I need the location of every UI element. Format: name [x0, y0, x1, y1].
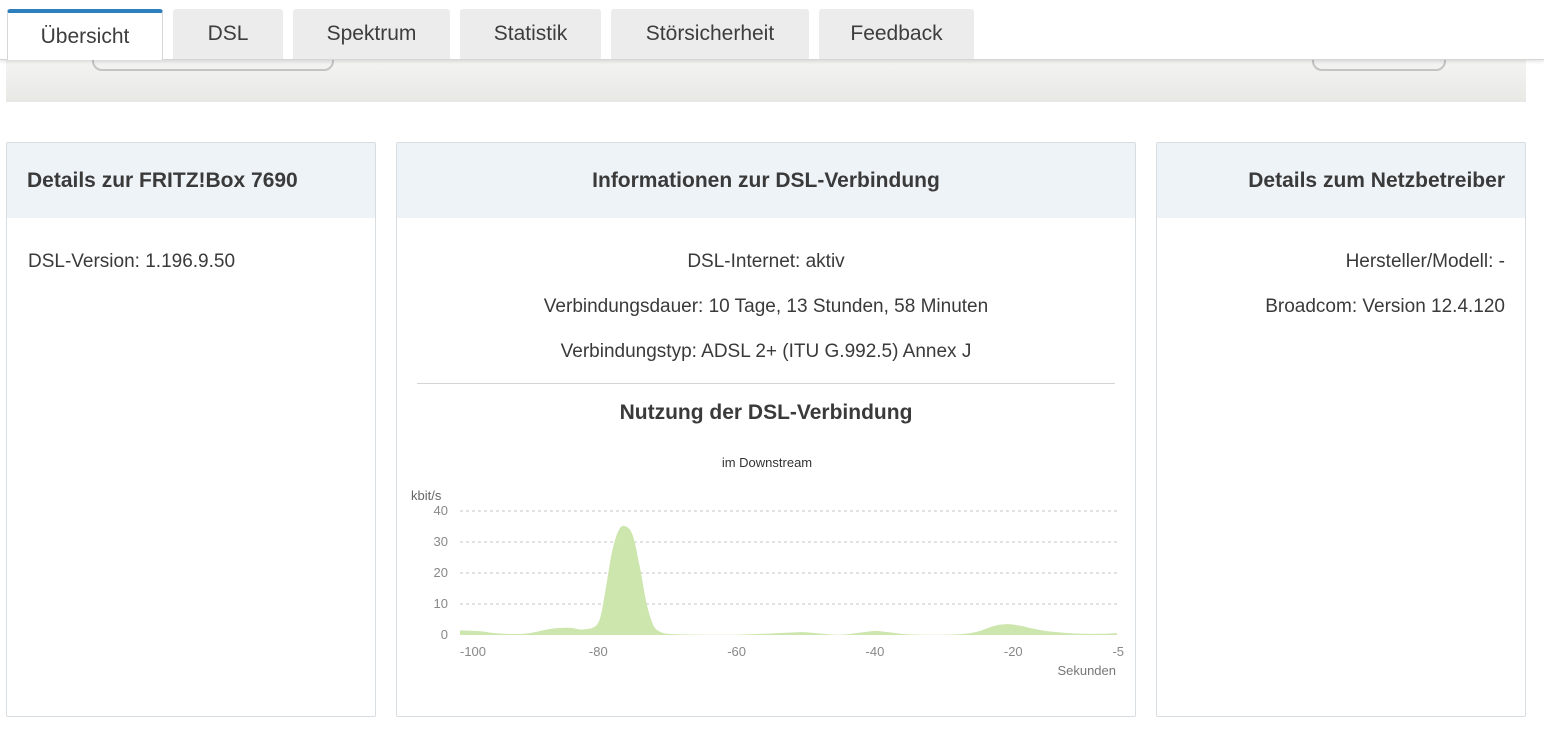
divider [417, 383, 1115, 384]
toolbar-strip [6, 59, 1526, 102]
grid-lines [460, 510, 1117, 605]
x-tick-label: -20 [1004, 644, 1023, 659]
hidden-button-right[interactable] [1312, 59, 1446, 71]
tab-feedback[interactable]: Feedback [819, 9, 974, 59]
tab-bar: Übersicht DSL Spektrum Statistik Störsic… [0, 0, 1544, 60]
x-tick-label: -80 [589, 644, 608, 659]
tab-stoersicherheit[interactable]: Störsicherheit [611, 9, 809, 59]
x-tick-labels: -100 -80 -60 -40 -20 -5 [460, 644, 1124, 659]
downstream-chart: im Downstream kbit/s Sekunden 403020100 … [411, 455, 1124, 678]
panel-dsl-info: Informationen zur DSL-Verbindung DSL-Int… [396, 142, 1136, 717]
y-tick-label: 0 [441, 627, 448, 642]
y-tick-label: 30 [434, 534, 448, 549]
panel-title: Details zum Netzbetreiber [1157, 143, 1525, 218]
tab-statistik[interactable]: Statistik [460, 9, 601, 59]
y-tick-label: 40 [434, 503, 448, 518]
x-axis-label: Sekunden [1057, 663, 1116, 678]
dsl-status-text: DSL-Internet: aktiv [687, 251, 845, 272]
y-tick-label: 10 [434, 596, 448, 611]
tab-dsl[interactable]: DSL [173, 9, 283, 59]
panel-title: Informationen zur DSL-Verbindung [397, 143, 1135, 218]
broadcom-version-text: Broadcom: Version 12.4.120 [1265, 296, 1505, 317]
x-tick-label: -5 [1112, 644, 1124, 659]
dsl-version-text: DSL-Version: 1.196.9.50 [28, 251, 236, 272]
x-tick-label: -100 [460, 644, 486, 659]
chart-title: im Downstream [722, 455, 812, 470]
x-tick-label: -40 [866, 644, 885, 659]
y-tick-label: 20 [434, 565, 448, 580]
connection-type-text: Verbindungstyp: ADSL 2+ (ITU G.992.5) An… [560, 341, 972, 362]
panel-fritzbox-details: Details zur FRITZ!Box 7690 DSL-Version: … [6, 142, 376, 717]
y-axis-label: kbit/s [411, 488, 442, 503]
hidden-button-left[interactable] [92, 59, 334, 71]
x-tick-label: -60 [727, 644, 746, 659]
tab-spektrum[interactable]: Spektrum [293, 9, 450, 59]
panel-title: Details zur FRITZ!Box 7690 [7, 143, 375, 218]
y-tick-labels: 40 30 20 10 0 [434, 503, 448, 642]
tab-uebersicht[interactable]: Übersicht [7, 9, 163, 60]
connection-duration-text: Verbindungsdauer: 10 Tage, 13 Stunden, 5… [543, 296, 989, 317]
panel-provider-details: Details zum Netzbetreiber Hersteller/Mod… [1156, 142, 1526, 717]
model-text: Hersteller/Modell: - [1345, 251, 1505, 272]
usage-title: Nutzung der DSL-Verbindung [619, 401, 913, 424]
